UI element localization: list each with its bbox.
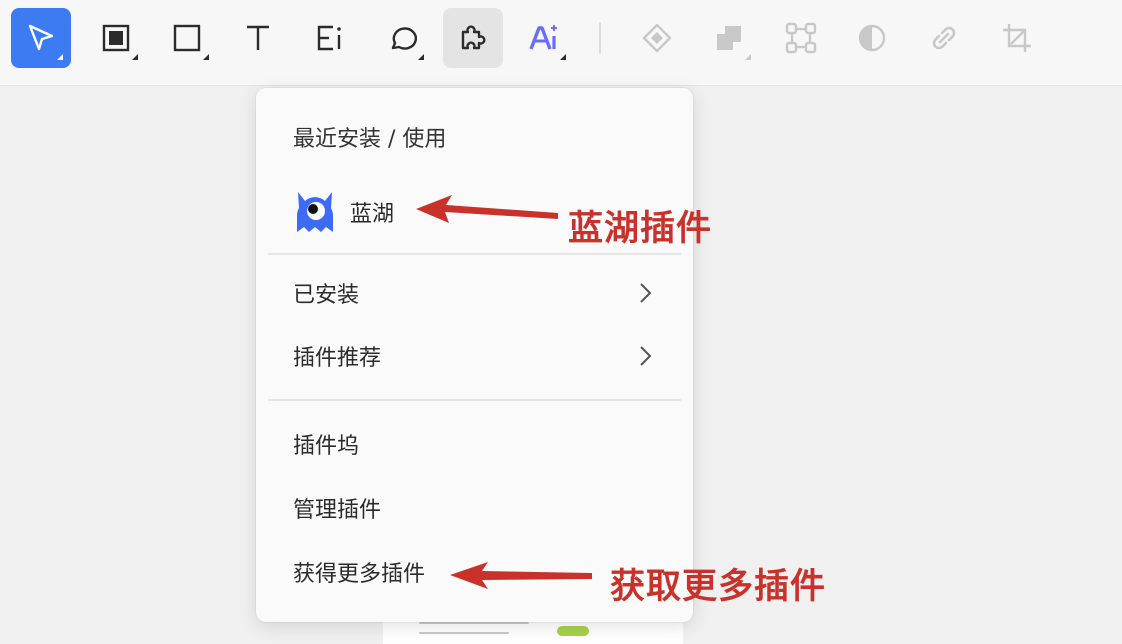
annotation-lanhu-plugin: 蓝湖插件 <box>568 209 713 249</box>
text-icon <box>247 25 269 50</box>
tool-options-indicator <box>560 54 566 60</box>
boolean-tool-button[interactable] <box>699 8 759 68</box>
menu-item-plugin-hub[interactable]: 插件坞 <box>268 418 681 470</box>
menu-item-label: 管理插件 <box>293 498 382 523</box>
menu-divider <box>268 399 681 401</box>
tool-options-indicator <box>203 54 209 60</box>
recent-section-title: 最近安装 / 使用 <box>293 127 447 152</box>
link-icon <box>932 26 956 50</box>
crop-icon <box>1003 24 1031 52</box>
menu-item-manage-plugins[interactable]: 管理插件 <box>268 482 681 534</box>
transform-tool-button[interactable] <box>771 8 831 68</box>
component-tool-button[interactable] <box>627 8 687 68</box>
tool-options-indicator <box>57 54 63 60</box>
select-tool-button[interactable] <box>11 8 71 68</box>
menu-item-label: 已安装 <box>293 283 360 308</box>
plugin-icon <box>461 25 486 50</box>
rectangle-tool-button[interactable] <box>157 8 217 68</box>
preview-text-line <box>419 622 529 624</box>
annotation-get-more-plugins: 获取更多插件 <box>610 567 827 607</box>
crop-tool-button[interactable] <box>987 8 1047 68</box>
lanhu-logo-icon <box>296 192 334 232</box>
menu-item-recommended[interactable]: 插件推荐 <box>268 330 681 382</box>
preview-text-line <box>419 632 509 634</box>
menu-item-label: 蓝湖 <box>350 202 395 227</box>
tool-options-indicator <box>745 54 751 60</box>
chevron-right-icon <box>640 283 652 303</box>
annotation-arrow-lanhu <box>416 195 558 223</box>
toolbar <box>0 0 1122 86</box>
preview-button <box>557 626 589 636</box>
rectangle-icon <box>173 24 201 52</box>
rich-text-tool-button[interactable] <box>300 8 360 68</box>
link-tool-button[interactable] <box>914 8 974 68</box>
select-arrow-icon <box>28 24 54 51</box>
plugin-tool-button[interactable] <box>443 8 503 68</box>
comment-icon <box>391 27 417 50</box>
mask-icon <box>858 24 886 52</box>
tool-options-indicator <box>418 54 424 60</box>
frame-tool-button[interactable] <box>86 8 146 68</box>
ai-tool-button[interactable] <box>514 8 574 68</box>
plugin-dropdown-menu: 最近安装 / 使用 蓝湖 已安装 插件推荐 插件坞 管理插件 获得更多插件 <box>256 88 693 622</box>
annotation-arrow-get-more <box>450 562 592 589</box>
menu-item-label: 获得更多插件 <box>293 562 426 587</box>
tool-options-indicator <box>132 54 138 60</box>
boolean-icon <box>717 26 741 50</box>
comment-tool-button[interactable] <box>372 8 432 68</box>
component-icon <box>642 23 672 53</box>
menu-item-label: 插件坞 <box>293 434 360 459</box>
mask-tool-button[interactable] <box>842 8 902 68</box>
ai-icon <box>529 25 557 50</box>
menu-divider <box>268 253 681 255</box>
menu-item-label: 插件推荐 <box>293 346 382 371</box>
chevron-right-icon <box>640 346 652 366</box>
toolbar-divider <box>599 22 601 54</box>
transform-icon <box>785 22 817 54</box>
menu-item-installed[interactable]: 已安装 <box>268 267 681 319</box>
rich-text-icon <box>317 25 341 51</box>
text-tool-button[interactable] <box>228 8 288 68</box>
frame-icon <box>102 24 130 52</box>
